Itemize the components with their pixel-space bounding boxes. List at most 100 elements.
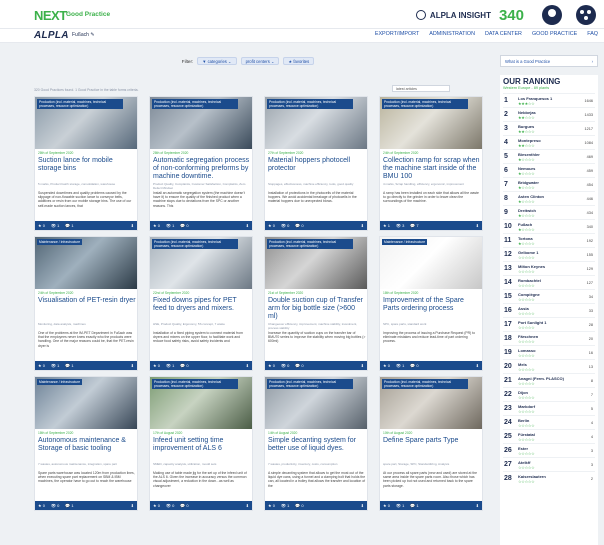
nav-good-practice[interactable]: GOOD PRACTICE [532, 31, 577, 37]
plant-location[interactable]: Fußach ✎ [72, 32, 95, 38]
ranking-row[interactable]: 14 Rombachtel ☆☆☆☆☆ 127 [503, 275, 595, 289]
favorites-filter[interactable]: ★ favorites [283, 57, 315, 65]
card-rating[interactable]: ★ 0 [153, 503, 160, 508]
good-practice-card[interactable]: Production (incl. material, machines, te… [264, 96, 368, 231]
card-rating[interactable]: ★ 0 [153, 223, 160, 228]
ranking-row[interactable]: 28 Kaiserslautern ☆☆☆☆☆ 2 [503, 471, 595, 485]
card-title[interactable]: Suction lance for mobile storage bins [38, 157, 136, 173]
ranking-row[interactable]: 19 Lomasso ☆☆☆☆☆ 16 [503, 345, 595, 359]
nav-data-center[interactable]: DATA CENTER [485, 31, 522, 37]
ranking-row[interactable]: 23 Markdorf ☆☆☆☆☆ 5 [503, 401, 595, 415]
card-comments[interactable]: 💬 0 [180, 363, 188, 368]
card-title[interactable]: Collection ramp for scrap when the machi… [383, 157, 481, 181]
card-comments[interactable]: 💬 0 [180, 503, 188, 508]
card-rating[interactable]: ★ 0 [268, 503, 275, 508]
card-rating[interactable]: ★ 0 [38, 363, 45, 368]
card-title[interactable]: Fixed downs pipes for PET feed to dryers… [153, 297, 251, 313]
card-rating[interactable]: ★ 0 [38, 503, 45, 508]
good-practice-card[interactable]: Production (incl. material, machines, te… [149, 236, 253, 371]
card-comments[interactable]: 💬 0 [295, 223, 303, 228]
card-rating[interactable]: ★ 1 [383, 223, 390, 228]
pin-icon[interactable]: ⬇ [246, 503, 249, 508]
good-practice-card[interactable]: Production (incl. material, machines, te… [379, 96, 483, 231]
ranking-row[interactable]: 9 Dreitwich ★☆☆☆☆ 434 [503, 205, 595, 219]
card-title[interactable]: Simple decanting system for better use o… [268, 437, 366, 453]
pin-icon[interactable]: ⬇ [131, 363, 134, 368]
ranking-row[interactable]: 4 Montepreso ★★☆☆☆ 1084 [503, 135, 595, 149]
good-practice-card[interactable]: Production (incl. material, machines, te… [149, 376, 253, 511]
nav-administration[interactable]: ADMINISTRATION [429, 31, 475, 37]
ranking-row[interactable]: 20 Mels ☆☆☆☆☆ 13 [503, 359, 595, 373]
ranking-row[interactable]: 26 Ester ☆☆☆☆☆ 3 [503, 443, 595, 457]
pin-icon[interactable]: ⬇ [476, 363, 479, 368]
ranking-row[interactable]: 11 Tortona ★☆☆☆☆ 192 [503, 233, 595, 247]
good-practice-card[interactable]: Production (incl. material, machines, te… [34, 96, 138, 231]
card-title[interactable]: Double suction cup of Transfer arm for b… [268, 297, 366, 321]
card-comments[interactable]: 💬 0 [180, 223, 188, 228]
ranking-row[interactable]: 3 Burgues ★★☆☆☆ 1217 [503, 121, 595, 135]
pin-icon[interactable]: ⬇ [361, 503, 364, 508]
profit-centers-filter[interactable]: profit centers ⌄ [240, 57, 280, 65]
card-comments[interactable]: 💬 1 [65, 363, 73, 368]
good-practice-card[interactable]: Maintenance / Infrastructure 24th of Sept… [34, 236, 138, 371]
good-practice-card[interactable]: Maintenance / Infrastructure 18th of Sept… [34, 376, 138, 511]
card-comments[interactable]: 💬 0 [410, 363, 418, 368]
pin-icon[interactable]: ⬇ [476, 223, 479, 228]
ranking-row[interactable]: 18 Färschnen ☆☆☆☆☆ 20 [503, 331, 595, 345]
card-comments[interactable]: 💬 0 [295, 363, 303, 368]
pin-icon[interactable]: ⬇ [476, 503, 479, 508]
ranking-row[interactable]: 7 Bridgwater ★☆☆☆☆ 454 [503, 177, 595, 191]
card-comments[interactable]: 💬 1 [65, 503, 73, 508]
card-rating[interactable]: ★ 0 [383, 363, 390, 368]
pin-icon[interactable]: ⬇ [246, 363, 249, 368]
good-practice-card[interactable]: Production (incl. material, machines, te… [264, 376, 368, 511]
what-is-good-practice-link[interactable]: What is a Good Practice › [500, 55, 598, 67]
ranking-row[interactable]: 22 Dijon ☆☆☆☆☆ 7 [503, 387, 595, 401]
ranking-row[interactable]: 13 Milton Keynes ☆☆☆☆☆ 129 [503, 261, 595, 275]
card-rating[interactable]: ★ 0 [268, 363, 275, 368]
ranking-row[interactable]: 25 Fürstatal ☆☆☆☆☆ 4 [503, 429, 595, 443]
pin-icon[interactable]: ⬇ [361, 223, 364, 228]
good-practice-card[interactable]: Production (incl. material, machines, te… [379, 376, 483, 511]
card-title[interactable]: Autonomous maintenance & Storage of basi… [38, 437, 136, 453]
categories-filter[interactable]: ▼ categories ⌄ [197, 57, 237, 65]
pin-icon[interactable]: ⬇ [361, 363, 364, 368]
sort-select[interactable]: latest articles [392, 85, 450, 92]
ranking-row[interactable]: 27 Atelkff ☆☆☆☆☆ 3 [503, 457, 595, 471]
ranking-row[interactable]: 6 Nemours ★☆☆☆☆ 459 [503, 163, 595, 177]
ranking-row[interactable]: 21 Anagni (Ferm. PLASCO) ☆☆☆☆☆ 8 [503, 373, 595, 387]
card-comments[interactable]: 💬 1 [65, 223, 73, 228]
card-rating[interactable]: ★ 0 [268, 223, 275, 228]
card-title[interactable]: Automatic segregation process of non-con… [153, 157, 251, 181]
user-avatar-icon[interactable] [542, 5, 562, 25]
card-comments[interactable]: 💬 7 [410, 223, 418, 228]
pin-icon[interactable]: ⬇ [246, 223, 249, 228]
card-rating[interactable]: ★ 0 [38, 223, 45, 228]
ranking-row[interactable]: 5 Biesenthler ★☆☆☆☆ 469 [503, 149, 595, 163]
ranking-row[interactable]: 12 Gelbome 1 ☆☆☆☆☆ 155 [503, 247, 595, 261]
card-title[interactable]: Define Spare parts Type [383, 437, 481, 445]
pin-icon[interactable]: ⬇ [131, 223, 134, 228]
card-rating[interactable]: ★ 0 [383, 503, 390, 508]
card-title[interactable]: Infeed unit setting time improvement of … [153, 437, 251, 453]
card-rating[interactable]: ★ 0 [153, 363, 160, 368]
alpla-logo[interactable]: ALPLA [34, 30, 69, 41]
good-practice-card[interactable]: Maintenance / Infrastructure 18th of Sept… [379, 236, 483, 371]
card-comments[interactable]: 💬 0 [295, 503, 303, 508]
good-practice-card[interactable]: Production (incl. material, machines, te… [149, 96, 253, 231]
ranking-row[interactable]: 16 Assia ☆☆☆☆☆ 33 [503, 303, 595, 317]
nav-faq[interactable]: FAQ [587, 31, 598, 37]
ranking-row[interactable]: 1 Los Franquesos 1 ★★★☆☆ 1646 [503, 93, 595, 107]
ranking-row[interactable]: 2 Nebbejas ★★☆☆☆ 1433 [503, 107, 595, 121]
ranking-row[interactable]: 24 Berlin ☆☆☆☆☆ 4 [503, 415, 595, 429]
palette-icon[interactable] [576, 5, 596, 25]
card-title[interactable]: Improvement of the Spare Parts ordering … [383, 297, 481, 313]
card-title[interactable]: Visualisation of PET-resin dryer [38, 297, 136, 305]
card-comments[interactable]: 💬 1 [410, 503, 418, 508]
card-title[interactable]: Material hoppers photocell protector [268, 157, 366, 173]
pin-icon[interactable]: ⬇ [131, 503, 134, 508]
alpla-insight-link[interactable]: ALPLA INSIGHT [415, 10, 491, 20]
ranking-row[interactable]: 8 Asten Clinton ★☆☆☆☆ 446 [503, 191, 595, 205]
ranking-row[interactable]: 10 Fußach ★☆☆☆☆ 340 [503, 219, 595, 233]
good-practice-card[interactable]: Production (incl. material, machines, te… [264, 236, 368, 371]
